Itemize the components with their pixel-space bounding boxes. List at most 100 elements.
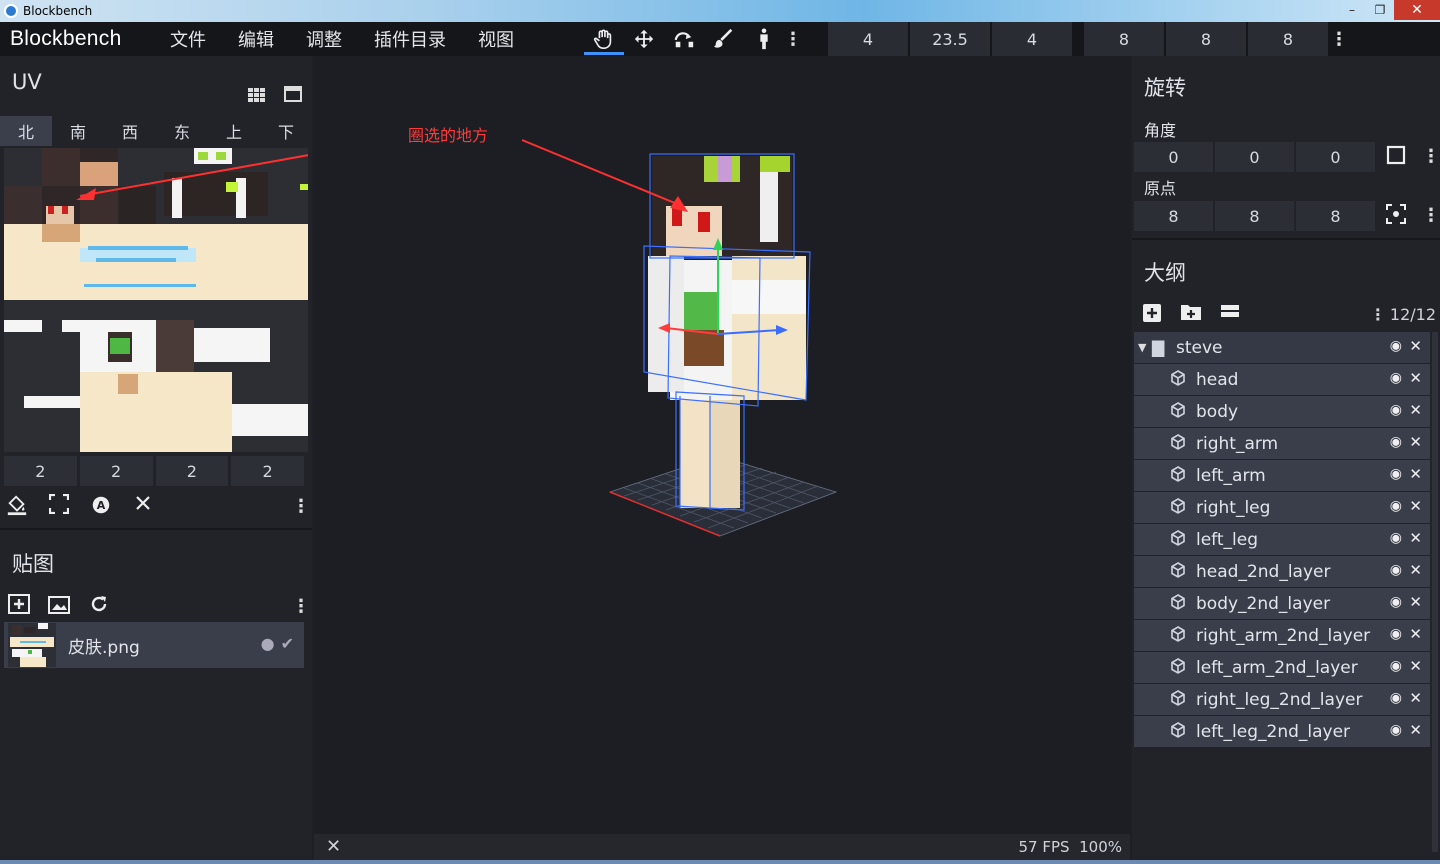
origin-z-field[interactable]: 8 bbox=[1296, 201, 1375, 231]
eye-icon[interactable]: ◉ bbox=[1390, 722, 1402, 738]
uv-size-field[interactable]: 2 bbox=[4, 456, 77, 486]
texture-list-item[interactable]: 皮肤.png ● ✔ bbox=[4, 622, 304, 668]
delete-icon[interactable]: ✕ bbox=[1409, 369, 1422, 387]
outliner-group[interactable]: ▼ ▇ steve ◉ ✕ bbox=[1134, 332, 1430, 363]
uv-texture-canvas[interactable] bbox=[4, 148, 308, 452]
caret-down-icon[interactable]: ▼ bbox=[1138, 341, 1150, 354]
outliner-item[interactable]: right_arm_2nd_layer ◉ ✕ bbox=[1134, 620, 1430, 651]
collapse-all-icon[interactable] bbox=[1220, 303, 1240, 328]
texture-more-icon[interactable]: ⋮ bbox=[292, 594, 310, 618]
rotate-icon[interactable] bbox=[664, 22, 704, 56]
eye-icon[interactable]: ◉ bbox=[1390, 466, 1402, 482]
add-cube-icon[interactable] bbox=[1142, 303, 1162, 328]
eye-icon[interactable]: ◉ bbox=[1390, 690, 1402, 706]
brush-icon[interactable] bbox=[704, 22, 744, 56]
fullscreen-icon[interactable] bbox=[48, 493, 70, 521]
toolbar-more-icon[interactable]: ⋮ bbox=[784, 29, 802, 50]
focus-icon[interactable] bbox=[1386, 204, 1406, 229]
eye-icon[interactable]: ◉ bbox=[1390, 594, 1402, 610]
origin-more-icon[interactable]: ⋮ bbox=[1422, 203, 1440, 227]
eye-icon[interactable]: ◉ bbox=[1390, 626, 1402, 642]
menu-file[interactable]: 文件 bbox=[170, 26, 206, 52]
delete-icon[interactable]: ✕ bbox=[1409, 657, 1422, 675]
square-icon[interactable] bbox=[1386, 145, 1406, 170]
eye-icon[interactable]: ◉ bbox=[1390, 338, 1402, 354]
reload-icon[interactable] bbox=[88, 594, 110, 619]
eye-icon[interactable]: ◉ bbox=[1390, 370, 1402, 386]
create-texture-icon[interactable] bbox=[48, 594, 70, 619]
delete-icon[interactable]: ✕ bbox=[1409, 529, 1422, 547]
menu-plugins[interactable]: 插件目录 bbox=[374, 26, 446, 52]
3d-viewport[interactable]: 圈选的地方 bbox=[314, 56, 1130, 834]
eye-icon[interactable]: ◉ bbox=[1390, 658, 1402, 674]
delete-icon[interactable]: ✕ bbox=[1409, 465, 1422, 483]
particle-icon[interactable]: ● bbox=[261, 634, 275, 653]
outliner-item[interactable]: left_arm ◉ ✕ bbox=[1134, 460, 1430, 491]
eye-icon[interactable]: ◉ bbox=[1390, 562, 1402, 578]
menu-view[interactable]: 视图 bbox=[478, 26, 514, 52]
value-field[interactable]: 8 bbox=[1166, 22, 1246, 56]
tab-north[interactable]: 北 bbox=[0, 116, 52, 146]
values-more-icon[interactable]: ⋮ bbox=[1330, 22, 1348, 56]
outliner-more-icon[interactable]: ⋮ bbox=[1370, 305, 1386, 324]
auto-uv-icon[interactable]: A bbox=[90, 494, 112, 521]
delete-icon[interactable]: ✕ bbox=[1409, 433, 1422, 451]
outliner-item[interactable]: body_2nd_layer ◉ ✕ bbox=[1134, 588, 1430, 619]
outliner-item[interactable]: body ◉ ✕ bbox=[1134, 396, 1430, 427]
value-field[interactable]: 4 bbox=[992, 22, 1072, 56]
menu-transform[interactable]: 调整 bbox=[306, 26, 342, 52]
delete-icon[interactable]: ✕ bbox=[1409, 689, 1422, 707]
tab-east[interactable]: 东 bbox=[156, 116, 208, 146]
close-window-button[interactable]: ✕ bbox=[1394, 0, 1440, 20]
uv-more-icon[interactable]: ⋮ bbox=[292, 494, 310, 518]
paint-bucket-icon[interactable] bbox=[6, 494, 28, 521]
origin-y-field[interactable]: 8 bbox=[1215, 201, 1294, 231]
eye-icon[interactable]: ◉ bbox=[1390, 402, 1402, 418]
restore-button[interactable]: ❐ bbox=[1366, 0, 1394, 20]
outliner-item[interactable]: right_leg ◉ ✕ bbox=[1134, 492, 1430, 523]
hand-icon[interactable] bbox=[584, 22, 624, 56]
outliner-item[interactable]: right_leg_2nd_layer ◉ ✕ bbox=[1134, 684, 1430, 715]
delete-icon[interactable]: ✕ bbox=[1409, 497, 1422, 515]
tab-down[interactable]: 下 bbox=[260, 116, 312, 146]
angle-z-field[interactable]: 0 bbox=[1296, 142, 1375, 172]
outliner-item[interactable]: head_2nd_layer ◉ ✕ bbox=[1134, 556, 1430, 587]
tab-west[interactable]: 西 bbox=[104, 116, 156, 146]
uv-size-field[interactable]: 2 bbox=[79, 456, 153, 486]
maximize-icon[interactable] bbox=[284, 86, 302, 107]
import-texture-icon[interactable] bbox=[8, 594, 30, 619]
eye-icon[interactable]: ◉ bbox=[1390, 498, 1402, 514]
close-viewport-button[interactable]: ✕ bbox=[326, 836, 341, 857]
delete-icon[interactable]: ✕ bbox=[1409, 721, 1422, 739]
angle-y-field[interactable]: 0 bbox=[1215, 142, 1294, 172]
value-field[interactable]: 23.5 bbox=[910, 22, 990, 56]
angle-x-field[interactable]: 0 bbox=[1134, 142, 1213, 172]
value-field[interactable]: 8 bbox=[1084, 22, 1164, 56]
delete-icon[interactable]: ✕ bbox=[1409, 593, 1422, 611]
value-field[interactable]: 4 bbox=[828, 22, 908, 56]
minimize-button[interactable]: – bbox=[1338, 0, 1366, 20]
outliner-scrollbar[interactable] bbox=[1432, 332, 1438, 852]
delete-icon[interactable]: ✕ bbox=[1409, 337, 1422, 355]
clear-icon[interactable] bbox=[132, 494, 154, 521]
outliner-item[interactable]: left_leg_2nd_layer ◉ ✕ bbox=[1134, 716, 1430, 747]
angle-more-icon[interactable]: ⋮ bbox=[1422, 144, 1440, 168]
uv-size-field[interactable]: 2 bbox=[231, 456, 304, 486]
add-group-icon[interactable] bbox=[1180, 303, 1202, 328]
outliner-item[interactable]: left_arm_2nd_layer ◉ ✕ bbox=[1134, 652, 1430, 683]
delete-icon[interactable]: ✕ bbox=[1409, 561, 1422, 579]
outliner-item[interactable]: left_leg ◉ ✕ bbox=[1134, 524, 1430, 555]
outliner-item[interactable]: head ◉ ✕ bbox=[1134, 364, 1430, 395]
move-icon[interactable] bbox=[624, 22, 664, 56]
grid-icon[interactable] bbox=[248, 86, 266, 107]
tab-south[interactable]: 南 bbox=[52, 116, 104, 146]
outliner-item[interactable]: right_arm ◉ ✕ bbox=[1134, 428, 1430, 459]
delete-icon[interactable]: ✕ bbox=[1409, 401, 1422, 419]
uv-size-field[interactable]: 2 bbox=[155, 456, 229, 486]
eye-icon[interactable]: ◉ bbox=[1390, 434, 1402, 450]
eye-icon[interactable]: ◉ bbox=[1390, 530, 1402, 546]
check-circle-icon[interactable]: ✔ bbox=[281, 634, 294, 653]
delete-icon[interactable]: ✕ bbox=[1409, 625, 1422, 643]
pose-icon[interactable] bbox=[744, 22, 784, 56]
menu-edit[interactable]: 编辑 bbox=[238, 26, 274, 52]
